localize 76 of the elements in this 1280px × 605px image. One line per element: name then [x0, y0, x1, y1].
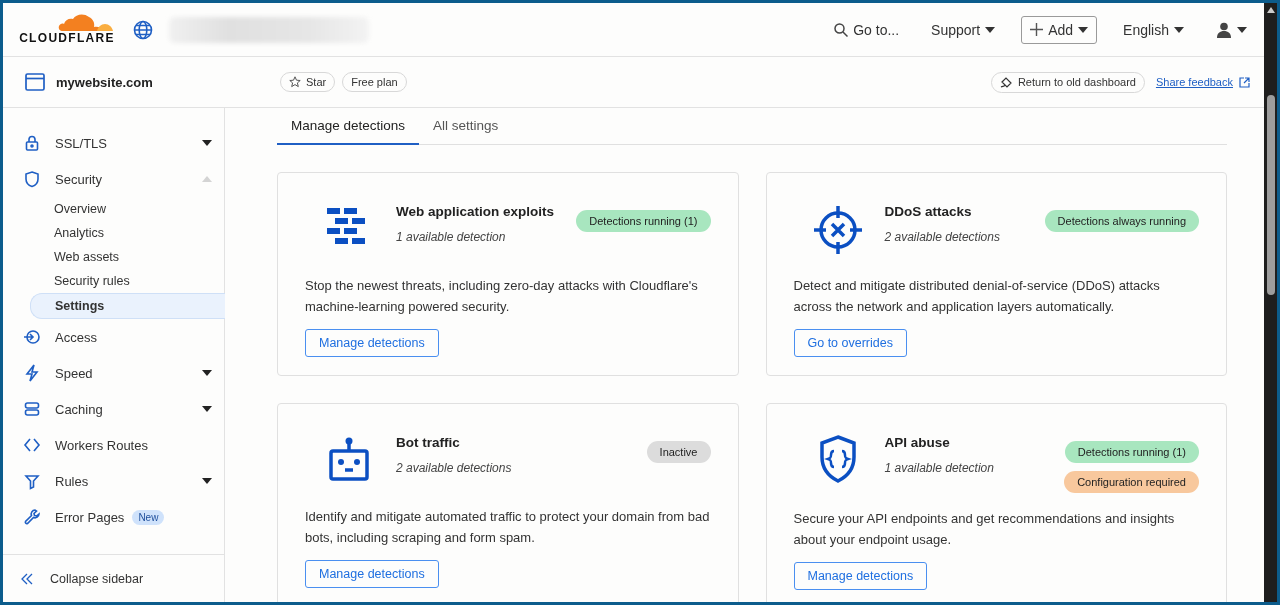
external-link-icon — [1239, 76, 1250, 88]
menu-dropdown[interactable]: English — [1117, 17, 1190, 42]
domain-name: mywebsite.com — [56, 74, 153, 90]
caret-icon — [1237, 26, 1247, 33]
plan-chip[interactable]: Free plan — [342, 72, 407, 92]
code-brackets-icon — [23, 436, 41, 454]
wrench-icon — [23, 508, 41, 526]
cloudflare-logo[interactable]: CLOUDFLARE — [17, 10, 117, 45]
scrollbar[interactable] — [1264, 3, 1277, 602]
scrollbar-thumb[interactable] — [1266, 95, 1275, 295]
double-chevron-left-icon — [21, 572, 33, 585]
caret-icon — [1078, 26, 1089, 33]
card-description: Secure your API endpoints and get recommendations and insights about your endpoint usage. — [793, 510, 1176, 549]
card-subtitle: 2 available detections — [884, 230, 1001, 244]
sidebar-item[interactable]: Speed — [3, 355, 224, 391]
card-subtitle: 2 available detections — [396, 461, 513, 475]
card-title: DDoS attacks — [884, 204, 973, 219]
server-stack-icon — [23, 400, 41, 418]
caret-icon — [985, 26, 996, 33]
card-title: API abuse — [884, 435, 951, 450]
caret-down-icon — [202, 406, 212, 412]
sidebar-item[interactable]: Error Pages New — [3, 499, 224, 535]
status-badge: Detections running (1) — [576, 210, 711, 232]
sidebar-item[interactable]: Caching — [3, 391, 224, 427]
card-description: Detect and mitigate distributed denial-of-service (DDoS) attacks across the network and application layers automatically. — [793, 277, 1161, 316]
new-badge: New — [132, 509, 165, 525]
sidebar-subitem[interactable]: Settings — [30, 293, 225, 319]
card-subtitle: 1 available detection — [884, 461, 995, 475]
sidebar-item[interactable]: Access — [3, 319, 224, 355]
user-icon — [1216, 21, 1232, 38]
sign-in-icon — [23, 328, 41, 346]
menu-dropdown[interactable]: Support — [925, 17, 1002, 42]
tab[interactable]: All settings — [419, 108, 513, 145]
search-icon — [834, 22, 849, 37]
status-badge: Detections running (1) — [1064, 441, 1199, 463]
return-dashboard-button[interactable]: Return to old dashboard — [990, 71, 1145, 93]
add-button[interactable]: Add — [1021, 15, 1098, 44]
sidebar-subitem[interactable]: Security rules — [30, 269, 225, 293]
collapse-sidebar-button[interactable]: Collapse sidebar — [3, 554, 224, 602]
card-action-button[interactable]: Manage detections — [793, 562, 928, 590]
status-badge: Inactive — [646, 441, 711, 463]
caret-icon — [1174, 26, 1184, 33]
status-badge: Configuration required — [1064, 471, 1199, 493]
sidebar-subitem[interactable]: Web assets — [30, 245, 225, 269]
caret-down-icon — [202, 140, 212, 146]
star-button[interactable]: Star — [280, 72, 336, 92]
plus-icon — [1030, 23, 1044, 36]
sidebar-subitem[interactable]: Overview — [30, 197, 225, 221]
card-action-button[interactable]: Go to overrides — [793, 329, 907, 357]
globe-icon[interactable] — [133, 19, 153, 40]
card-subtitle: 1 available detection — [396, 230, 507, 244]
card-action-button[interactable]: Manage detections — [305, 329, 439, 357]
card-action-button[interactable]: Manage detections — [305, 560, 439, 588]
card-title: Bot traffic — [396, 435, 461, 450]
go-to-search-button[interactable]: Go to... — [828, 17, 906, 42]
shield-icon — [23, 170, 41, 188]
sidebar-item[interactable]: Workers Routes — [3, 427, 224, 463]
sidebar-item[interactable]: Rules — [3, 463, 224, 499]
sidebar-item[interactable]: SSL/TLS — [3, 125, 224, 161]
star-icon — [289, 76, 301, 88]
scroll-up-arrow-icon — [1265, 6, 1276, 14]
caret-up-icon — [202, 176, 212, 182]
caret-down-icon — [202, 370, 212, 376]
card-title: Web application exploits — [396, 204, 556, 219]
browser-window-icon — [25, 73, 45, 91]
card-description: Stop the newest threats, including zero-day attacks with Cloudflare's machine-learning powered security. — [305, 277, 699, 316]
tab[interactable]: Manage detections — [277, 108, 420, 145]
funnel-icon — [23, 472, 41, 490]
card-description: Identify and mitigate automated traffic to protect your domain from bad bots, including scraping and form spam. — [305, 508, 711, 547]
lock-icon — [23, 134, 41, 152]
sidebar-subitem[interactable]: Analytics — [30, 221, 225, 245]
share-feedback-link[interactable]: Share feedback — [1155, 76, 1250, 88]
caret-down-icon — [202, 478, 212, 484]
status-badge: Detections always running — [1044, 210, 1199, 232]
lightning-icon — [23, 364, 41, 382]
sidebar-item[interactable]: Security — [3, 161, 224, 197]
